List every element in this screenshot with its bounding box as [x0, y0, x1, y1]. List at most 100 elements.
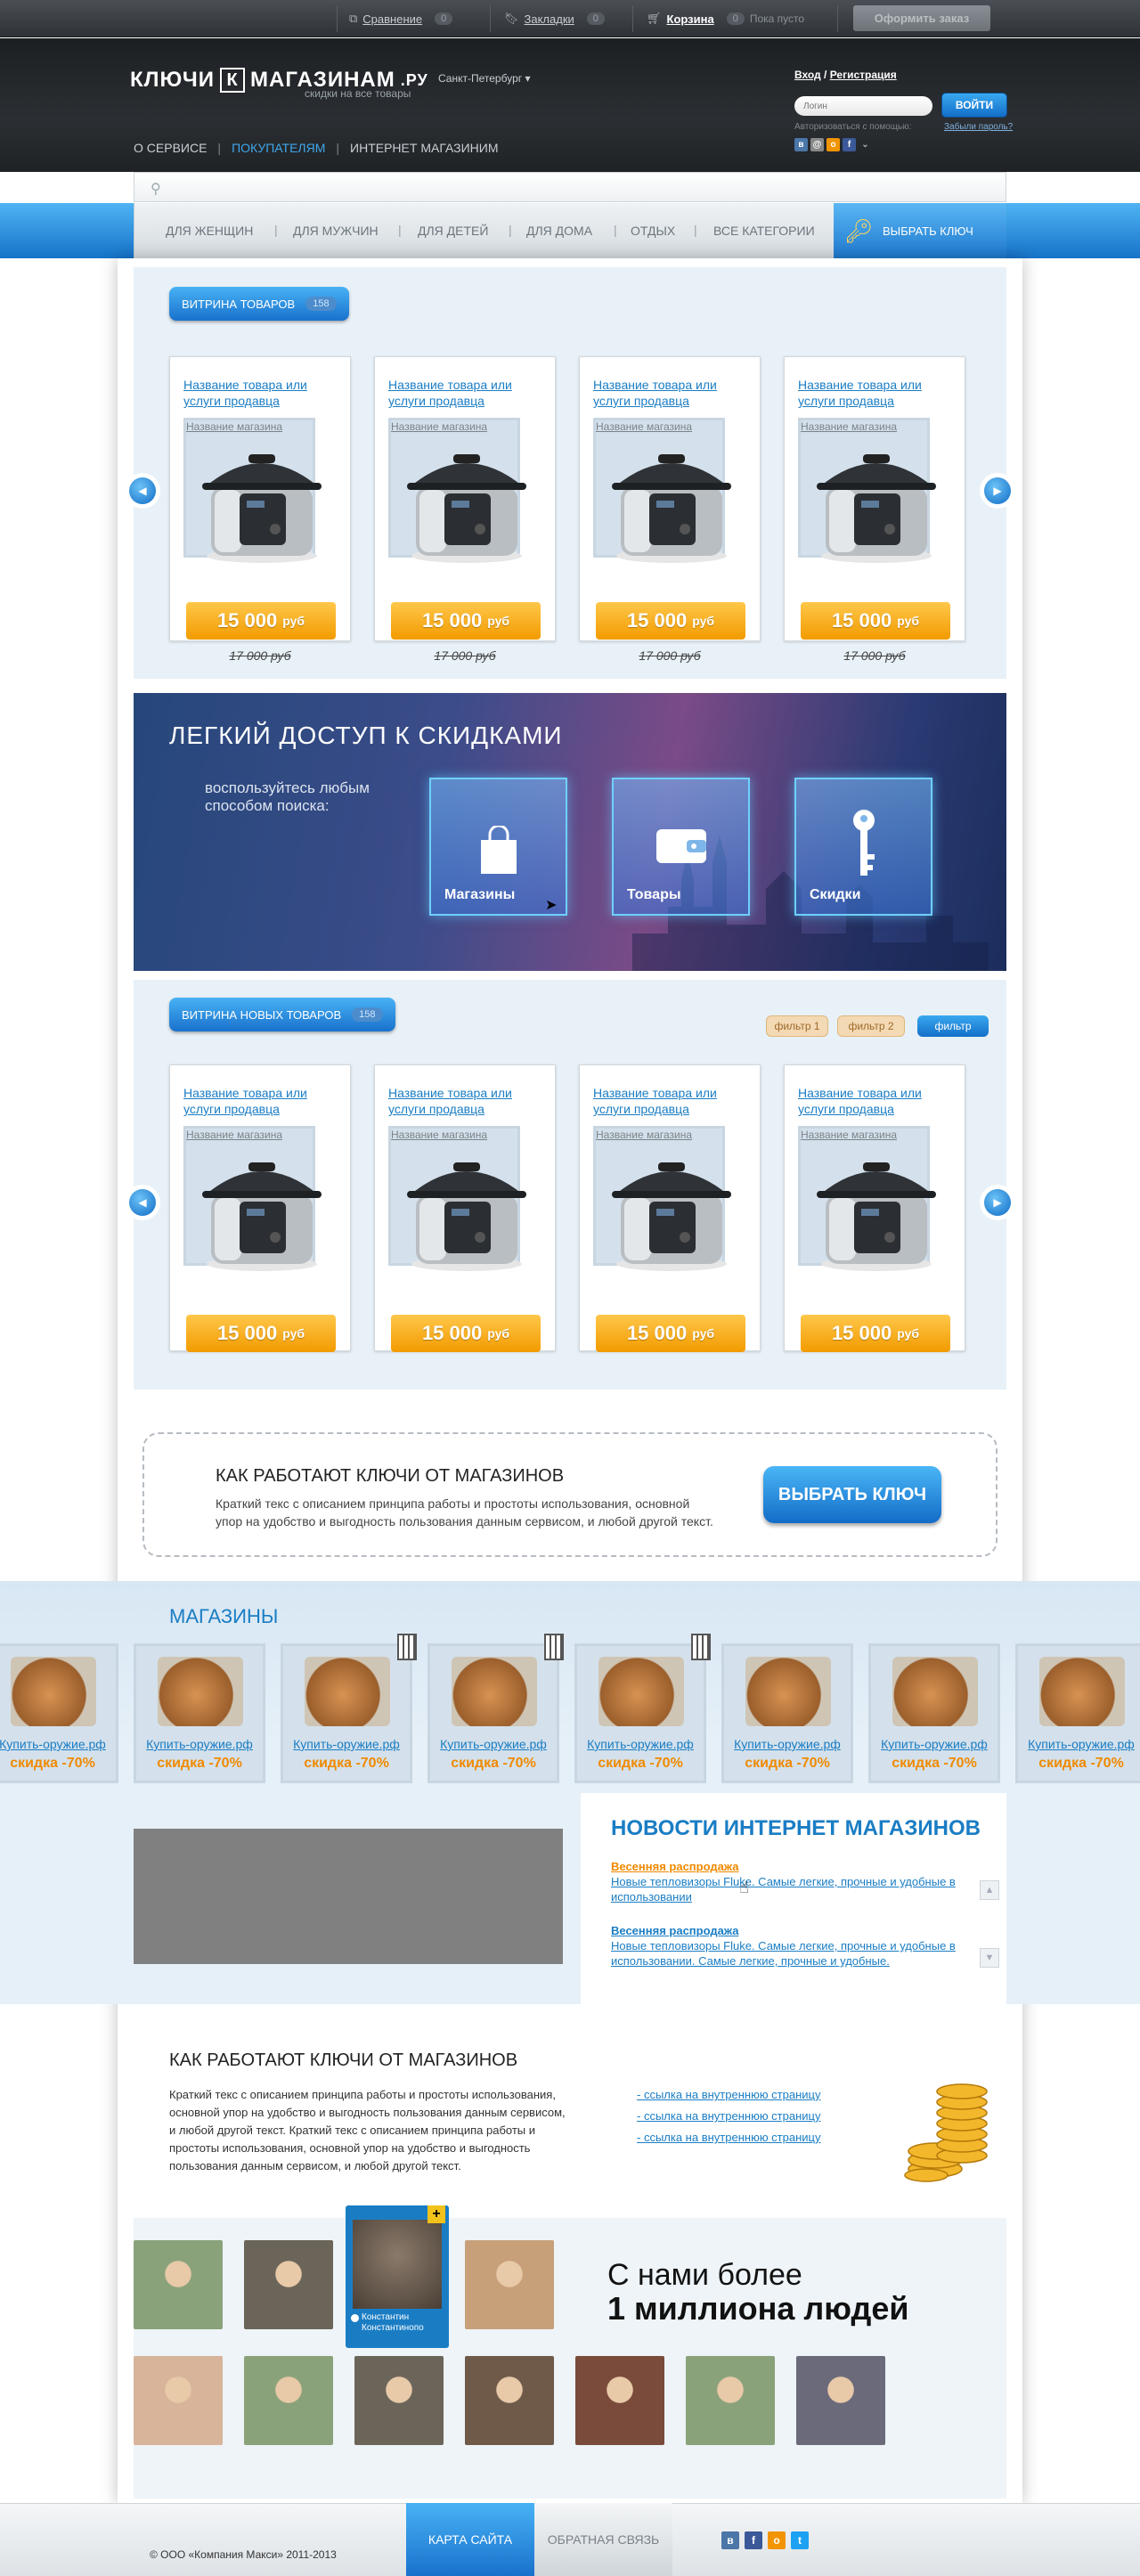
search-bar[interactable]: ⚲ [134, 172, 1006, 202]
feedback-button[interactable]: ОБРАТНАЯ СВЯЗЬ [534, 2503, 672, 2576]
product-card[interactable]: Название товара или услуги продавца Назва… [374, 356, 556, 641]
nav-shops[interactable]: ИНТЕРНЕТ МАГАЗИНИМ [350, 141, 498, 155]
product-card[interactable]: Название товара или услуги продавца Назва… [784, 356, 965, 641]
shop-name[interactable]: Купить-оружие.рф [283, 1737, 410, 1751]
register-link[interactable]: Регистрация [830, 69, 897, 81]
avatar[interactable] [134, 2240, 223, 2329]
avatar[interactable] [575, 2356, 664, 2445]
shop-name[interactable]: Купить-оружие.рф [871, 1737, 998, 1751]
search-by-discounts-tile[interactable]: Скидки [794, 778, 932, 916]
shop-name[interactable]: Купить-оружие.рф [577, 1737, 704, 1751]
showcase-title[interactable]: ВИТРИНА ТОВАРОВ 158 [169, 287, 349, 321]
vk-icon[interactable]: в [721, 2531, 739, 2549]
shop-tile[interactable]: Купить-оружие.рф скидка -70% [574, 1634, 711, 1783]
product-card[interactable]: Название товара или услуги продавца Назва… [169, 356, 351, 641]
odnoklassniki-icon[interactable]: о [768, 2531, 786, 2549]
category-men[interactable]: ДЛЯ МУЖЧИН [293, 224, 379, 238]
cart-link[interactable]: 🛒︎ Корзина 0 Пока пусто [647, 0, 804, 37]
choose-key-button[interactable]: ВЫБРАТЬ КЛЮЧ [763, 1466, 941, 1523]
avatar[interactable] [134, 2356, 223, 2445]
carousel-next-button[interactable]: ▶ [984, 477, 1011, 504]
shop-tile[interactable]: Купить-оружие.рф скидка -70% [428, 1634, 564, 1783]
add-friend-button[interactable]: + [428, 2205, 445, 2223]
shop-name[interactable]: Купить-оружие.рф [1018, 1737, 1140, 1751]
shop-name[interactable]: Купить-оружие.рф [0, 1737, 116, 1751]
new-showcase-title[interactable]: ВИТРИНА НОВЫХ ТОВАРОВ 158 [169, 998, 395, 1031]
banner-placeholder[interactable] [134, 1829, 563, 1964]
login-link[interactable]: Вход [794, 69, 821, 81]
nav-buyers[interactable]: ПОКУПАТЕЛЯМ [232, 141, 325, 155]
category-all[interactable]: ВСЕ КАТЕГОРИИ [713, 224, 815, 238]
highlighted-user-card[interactable]: + Константин Константинопо [346, 2205, 449, 2348]
product-card[interactable]: Название товара или услуги продавца Назва… [579, 1064, 761, 1352]
bookmarks-link[interactable]: 🔖︎ Закладки 0 [504, 0, 605, 37]
news-item[interactable]: Весенняя распродажа Новые тепловизоры Fl… [611, 1923, 958, 1969]
product-title[interactable]: Название товара или услуги продавца [798, 1085, 954, 1117]
product-title[interactable]: Название товара или услуги продавца [183, 1085, 339, 1117]
category-home[interactable]: ДЛЯ ДОМА [526, 224, 592, 238]
category-women[interactable]: ДЛЯ ЖЕНЩИН [166, 224, 253, 238]
product-title[interactable]: Название товара или услуги продавца [593, 377, 749, 409]
avatar[interactable] [686, 2356, 775, 2445]
product-title[interactable]: Название товара или услуги продавца [183, 377, 339, 409]
filter-1-button[interactable]: фильтр 1 [766, 1015, 828, 1037]
shop-tile[interactable]: Купить-оружие.рф скидка -70% [721, 1643, 853, 1783]
shop-tile[interactable]: Купить-оружие.рф скидка -70% [134, 1643, 265, 1783]
product-card[interactable]: Название товара или услуги продавца Назва… [374, 1064, 556, 1352]
facebook-icon[interactable]: f [745, 2531, 762, 2549]
product-card[interactable]: Название товара или услуги продавца Назва… [169, 1064, 351, 1352]
avatar[interactable] [244, 2240, 333, 2329]
pick-key-button[interactable]: 🔑︎ ВЫБРАТЬ КЛЮЧ [834, 203, 1006, 258]
shop-tile[interactable]: Купить-оружие.рф скидка -70% [868, 1643, 1000, 1783]
city-selector[interactable]: Санкт-Петербург ▾ [438, 72, 530, 85]
product-card[interactable]: Название товара или услуги продавца Назва… [784, 1064, 965, 1352]
checkout-button[interactable]: Оформить заказ [853, 5, 990, 31]
internal-link[interactable]: - ссылка на внутреннюю страницу [637, 2131, 820, 2144]
carousel-next-button[interactable]: ▶ [984, 1189, 1011, 1216]
shop-name[interactable]: Купить-оружие.рф [136, 1737, 263, 1751]
shop-tile[interactable]: Купить-оружие.рф скидка -70% [281, 1634, 417, 1783]
facebook-icon[interactable]: f [843, 138, 856, 151]
filter-button[interactable]: фильтр [917, 1015, 989, 1037]
login-input[interactable] [794, 96, 932, 116]
news-item[interactable]: Весенняя распродажа Новые тепловизоры Fl… [611, 1859, 958, 1904]
carousel-prev-button[interactable]: ◀ [129, 1189, 156, 1216]
search-by-shops-tile[interactable]: Магазины [429, 778, 567, 916]
product-title[interactable]: Название товара или услуги продавца [388, 377, 544, 409]
avatar[interactable] [465, 2356, 554, 2445]
search-by-goods-tile[interactable]: Товары [612, 778, 750, 916]
nav-about[interactable]: О СЕРВИСЕ [134, 141, 207, 155]
odnoklassniki-icon[interactable]: о [826, 138, 840, 151]
product-card[interactable]: Название товара или услуги продавца Назва… [579, 356, 761, 641]
avatar[interactable] [465, 2240, 554, 2329]
avatar[interactable] [796, 2356, 885, 2445]
category-separator: | [614, 223, 617, 237]
carousel-prev-button[interactable]: ◀ [129, 477, 156, 504]
slogan-line-1: С нами более [607, 2258, 802, 2292]
sitemap-button[interactable]: КАРТА САЙТА [406, 2503, 534, 2576]
product-title[interactable]: Название товара или услуги продавца [798, 377, 954, 409]
category-kids[interactable]: ДЛЯ ДЕТЕЙ [418, 224, 488, 238]
shop-name[interactable]: Купить-оружие.рф [430, 1737, 557, 1751]
mailru-icon[interactable]: @ [810, 138, 824, 151]
news-scroll-up-button[interactable]: ▲ [980, 1880, 999, 1900]
product-title[interactable]: Название товара или услуги продавца [593, 1085, 749, 1117]
product-title[interactable]: Название товара или услуги продавца [388, 1085, 544, 1117]
logo-tagline: скидки на все товары [305, 87, 411, 100]
chevron-down-icon[interactable]: ⌄ [859, 138, 872, 151]
avatar[interactable] [354, 2356, 444, 2445]
forgot-password-link[interactable]: Забыли пароль? [944, 122, 1013, 132]
login-submit-button[interactable]: ВОЙТИ [941, 93, 1007, 118]
twitter-icon[interactable]: t [791, 2531, 809, 2549]
compare-link[interactable]: ⧉ Сравнение 0 [349, 0, 453, 37]
category-leisure[interactable]: ОТДЫХ [631, 224, 675, 238]
internal-link[interactable]: - ссылка на внутреннюю страницу [637, 2088, 820, 2101]
filter-2-button[interactable]: фильтр 2 [837, 1015, 905, 1037]
avatar[interactable] [244, 2356, 333, 2445]
shop-tile[interactable]: Купить-оружие.рф скидка -70% [1015, 1643, 1140, 1783]
shop-name[interactable]: Купить-оружие.рф [724, 1737, 851, 1751]
shop-tile[interactable]: Купить-оружие.рф скидка -70% [0, 1643, 118, 1783]
internal-link[interactable]: - ссылка на внутреннюю страницу [637, 2109, 820, 2123]
news-scroll-down-button[interactable]: ▼ [980, 1948, 999, 1968]
vk-icon[interactable]: в [794, 138, 808, 151]
